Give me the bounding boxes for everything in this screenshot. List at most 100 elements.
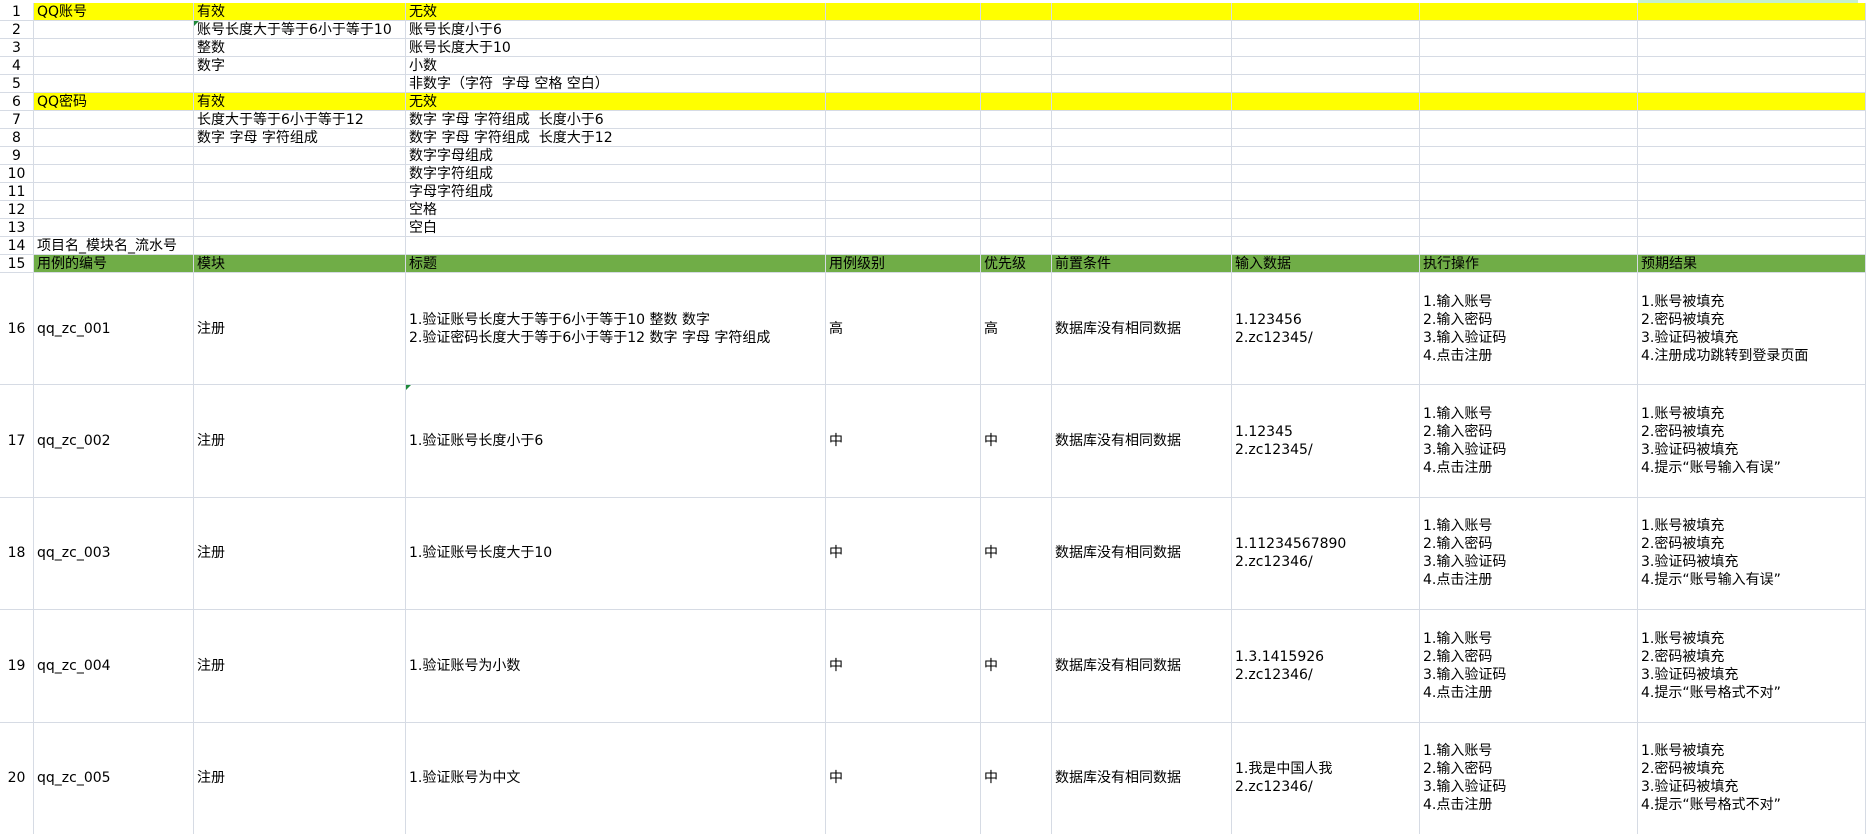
cell-r14-c1[interactable]: 项目名_模块名_流水号 (34, 237, 194, 254)
row-header-19[interactable]: 19 (0, 610, 34, 722)
cell-r1-c1[interactable]: QQ账号 (34, 3, 194, 20)
row-header-13[interactable]: 13 (0, 219, 34, 236)
cell-r19-c4[interactable]: 中 (826, 610, 981, 722)
cell-r4-c6[interactable] (1052, 57, 1232, 74)
cell-r8-c6[interactable] (1052, 129, 1232, 146)
cell-r16-c8[interactable]: 1.输入账号 2.输入密码 3.输入验证码 4.点击注册 (1420, 273, 1638, 385)
cell-r3-c5[interactable] (981, 39, 1052, 56)
cell-r7-c1[interactable] (34, 111, 194, 128)
cell-r13-c1[interactable] (34, 219, 194, 236)
cell-r16-c9[interactable]: 1.账号被填充 2.密码被填充 3.验证码被填充 4.注册成功跳转到登录页面 (1638, 273, 1866, 385)
cell-r8-c2[interactable]: 数字 字母 字符组成 (194, 129, 406, 146)
cell-r19-c3[interactable]: 1.验证账号为小数 (406, 610, 826, 722)
cell-r7-c5[interactable] (981, 111, 1052, 128)
cell-r13-c9[interactable] (1638, 219, 1866, 236)
cell-r12-c9[interactable] (1638, 201, 1866, 218)
cell-r20-c6[interactable]: 数据库没有相同数据 (1052, 722, 1232, 834)
cell-r20-c8[interactable]: 1.输入账号 2.输入密码 3.输入验证码 4.点击注册 (1420, 722, 1638, 834)
cell-r7-c8[interactable] (1420, 111, 1638, 128)
cell-r9-c5[interactable] (981, 147, 1052, 164)
row-header-3[interactable]: 3 (0, 39, 34, 56)
cell-r17-c1[interactable]: qq_zc_002 (34, 385, 194, 497)
cell-r5-c5[interactable] (981, 75, 1052, 92)
cell-r12-c6[interactable] (1052, 201, 1232, 218)
cell-r6-c9[interactable] (1638, 93, 1866, 110)
cell-r18-c5[interactable]: 中 (981, 497, 1052, 610)
cell-r17-c9[interactable]: 1.账号被填充 2.密码被填充 3.验证码被填充 4.提示“账号输入有误” (1638, 385, 1866, 497)
cell-r1-c4[interactable] (826, 3, 981, 20)
cell-r14-c5[interactable] (981, 237, 1052, 254)
cell-r12-c8[interactable] (1420, 201, 1638, 218)
cell-r16-c7[interactable]: 1.123456 2.zc12345/ (1232, 273, 1420, 385)
row-header-16[interactable]: 16 (0, 273, 34, 385)
cell-r4-c7[interactable] (1232, 57, 1420, 74)
cell-r1-c8[interactable] (1420, 3, 1638, 20)
row-header-1[interactable]: 1 (0, 3, 34, 20)
cell-r13-c7[interactable] (1232, 219, 1420, 236)
cell-r3-c6[interactable] (1052, 39, 1232, 56)
cell-r7-c7[interactable] (1232, 111, 1420, 128)
cell-r2-c8[interactable] (1420, 21, 1638, 38)
cell-r11-c3[interactable]: 字母字符组成 (406, 183, 826, 200)
cell-r4-c1[interactable] (34, 57, 194, 74)
cell-r14-c8[interactable] (1420, 237, 1638, 254)
cell-r2-c9[interactable] (1638, 21, 1866, 38)
cell-r15-c4[interactable]: 用例级别 (826, 255, 981, 272)
cell-r4-c8[interactable] (1420, 57, 1638, 74)
cell-r5-c3[interactable]: 非数字（字符 字母 空格 空白） (406, 75, 826, 92)
cell-r18-c1[interactable]: qq_zc_003 (34, 497, 194, 610)
cell-r8-c5[interactable] (981, 129, 1052, 146)
cell-r10-c8[interactable] (1420, 165, 1638, 182)
cell-r6-c4[interactable] (826, 93, 981, 110)
cell-r14-c6[interactable] (1052, 237, 1232, 254)
cell-r10-c2[interactable] (194, 165, 406, 182)
cell-r6-c7[interactable] (1232, 93, 1420, 110)
cell-r5-c6[interactable] (1052, 75, 1232, 92)
cell-r13-c3[interactable]: 空白 (406, 219, 826, 236)
cell-r15-c9[interactable]: 预期结果 (1638, 255, 1866, 272)
cell-r12-c1[interactable] (34, 201, 194, 218)
row-header-10[interactable]: 10 (0, 165, 34, 182)
cell-r19-c7[interactable]: 1.3.1415926 2.zc12346/ (1232, 610, 1420, 722)
cell-r18-c2[interactable]: 注册 (194, 497, 406, 610)
cell-r5-c9[interactable] (1638, 75, 1866, 92)
cell-r7-c4[interactable] (826, 111, 981, 128)
cell-r19-c6[interactable]: 数据库没有相同数据 (1052, 610, 1232, 722)
cell-r16-c3[interactable]: 1.验证账号长度大于等于6小于等于10 整数 数字 2.验证密码长度大于等于6小… (406, 273, 826, 385)
cell-r14-c4[interactable] (826, 237, 981, 254)
cell-r9-c1[interactable] (34, 147, 194, 164)
cell-r7-c6[interactable] (1052, 111, 1232, 128)
cell-r17-c2[interactable]: 注册 (194, 385, 406, 497)
row-header-4[interactable]: 4 (0, 57, 34, 74)
cell-r16-c2[interactable]: 注册 (194, 273, 406, 385)
cell-r15-c1[interactable]: 用例的编号 (34, 255, 194, 272)
cell-r2-c3[interactable]: 账号长度小于6 (406, 21, 826, 38)
cell-r14-c3[interactable] (406, 237, 826, 254)
cell-r9-c4[interactable] (826, 147, 981, 164)
cell-r2-c6[interactable] (1052, 21, 1232, 38)
cell-r1-c3[interactable]: 无效 (406, 3, 826, 20)
cell-r4-c9[interactable] (1638, 57, 1866, 74)
cell-r5-c1[interactable] (34, 75, 194, 92)
cell-r17-c4[interactable]: 中 (826, 385, 981, 497)
cell-r17-c8[interactable]: 1.输入账号 2.输入密码 3.输入验证码 4.点击注册 (1420, 385, 1638, 497)
cell-r20-c1[interactable]: qq_zc_005 (34, 722, 194, 834)
row-header-20[interactable]: 20 (0, 722, 34, 834)
cell-r16-c5[interactable]: 高 (981, 273, 1052, 385)
cell-r8-c9[interactable] (1638, 129, 1866, 146)
cell-r18-c8[interactable]: 1.输入账号 2.输入密码 3.输入验证码 4.点击注册 (1420, 497, 1638, 610)
cell-r17-c5[interactable]: 中 (981, 385, 1052, 497)
cell-r12-c2[interactable] (194, 201, 406, 218)
cell-r1-c5[interactable] (981, 3, 1052, 20)
cell-r7-c9[interactable] (1638, 111, 1866, 128)
cell-r9-c8[interactable] (1420, 147, 1638, 164)
cell-r13-c4[interactable] (826, 219, 981, 236)
cell-r3-c9[interactable] (1638, 39, 1866, 56)
cell-r10-c1[interactable] (34, 165, 194, 182)
cell-r8-c4[interactable] (826, 129, 981, 146)
cell-r19-c8[interactable]: 1.输入账号 2.输入密码 3.输入验证码 4.点击注册 (1420, 610, 1638, 722)
cell-r15-c8[interactable]: 执行操作 (1420, 255, 1638, 272)
row-header-8[interactable]: 8 (0, 129, 34, 146)
cell-r18-c6[interactable]: 数据库没有相同数据 (1052, 497, 1232, 610)
cell-r6-c8[interactable] (1420, 93, 1638, 110)
